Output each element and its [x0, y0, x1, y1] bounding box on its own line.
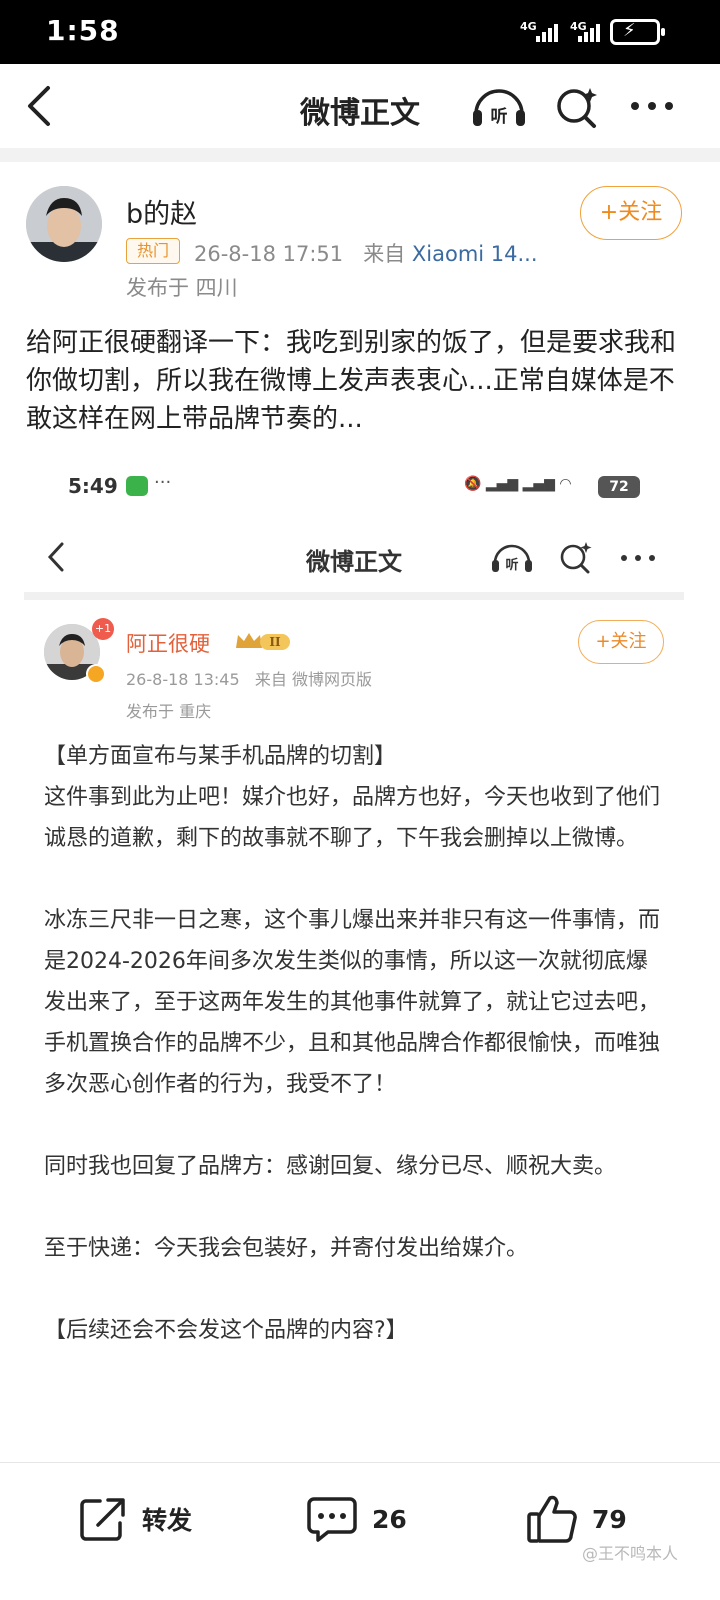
post-location: 发布于 四川 [126, 276, 238, 300]
svg-text:听: 听 [505, 557, 518, 573]
embedded-battery: 72 [598, 476, 640, 498]
notification-dots-icon: ··· [154, 472, 172, 493]
post-datetime: 26-8-18 17:51 [194, 242, 344, 266]
watermark: @王不鸣本人 [582, 1544, 679, 1563]
post-device-link[interactable]: Xiaomi 14... [412, 242, 538, 266]
embedded-paragraph: 同时我也回复了品牌方：感谢回复、缘分已尽、顺祝大卖。 [44, 1154, 617, 1179]
svg-text:听: 听 [491, 106, 508, 127]
post-meta: 26-8-18 17:51 来自 Xiaomi 14... [194, 238, 538, 268]
username[interactable]: b的赵 [126, 192, 197, 231]
comment-button[interactable]: 26 [306, 1493, 407, 1545]
embedded-paragraph: 【单方面宣布与某手机品牌的切割】 这件事到此为止吧！媒介也好，品牌方也好，今天也… [44, 744, 661, 851]
search-icon[interactable] [554, 84, 600, 130]
status-bar: 1:58 4G 4G ⚡ [0, 0, 720, 64]
embedded-source: 来自 微博网页版 [254, 670, 372, 689]
embedded-divider [24, 592, 684, 600]
page-title: 微博正文 [300, 96, 420, 131]
level-badge-text: II [269, 635, 281, 649]
action-toolbar: 转发 26 79 [0, 1462, 720, 1600]
wechat-icon [126, 476, 148, 496]
embedded-search-icon [560, 542, 592, 574]
follow-button[interactable]: +关注 [580, 186, 682, 240]
embedded-more-icon [621, 555, 655, 561]
nav-bar: 微博正文 听 [0, 64, 720, 148]
embedded-screenshot[interactable]: 5:49 ··· 🔕 ▂▄▆ ▂▄▆ ◠ 72 微博正文 听 +1 阿正很硬 I… [24, 460, 684, 1460]
embedded-paragraph: 【后续还会不会发这个品牌的内容?】 [44, 1318, 408, 1343]
like-button[interactable]: 79 [526, 1493, 627, 1545]
repost-label: 转发 [142, 1506, 193, 1535]
embedded-paragraph: 冰冻三尺非一日之寒，这个事儿爆出来并非只有这一件事情，而是2024-2026年间… [44, 908, 661, 1097]
comment-count: 26 [372, 1504, 407, 1534]
status-time: 1:58 [46, 14, 120, 47]
repost-icon [80, 1498, 125, 1541]
embedded-paragraph: 至于快递：今天我会包装好，并寄付发出给媒介。 [44, 1236, 529, 1261]
verified-icon [86, 664, 106, 684]
embedded-listen-icon: 听 [492, 544, 532, 573]
section-divider [0, 148, 720, 162]
hot-badge: 热门 [126, 238, 180, 264]
embedded-status-time: 5:49 [68, 474, 118, 498]
listen-headphones-icon[interactable]: 听 [470, 84, 528, 130]
vip-badge: +1 [92, 618, 114, 640]
like-count: 79 [592, 1504, 627, 1534]
signal-icon-2 [578, 22, 602, 42]
post-text: 给阿正很硬翻译一下：我吃到别家的饭了，但是要求我和你做切割，所以我在微博上发声表… [26, 328, 677, 434]
embedded-follow-button: +关注 [578, 620, 664, 664]
embedded-author-name: 阿正很硬 [126, 632, 210, 656]
level-crown-icon: II [236, 633, 290, 650]
battery-charging-icon: ⚡ [610, 19, 665, 45]
signal-icon-1 [536, 22, 560, 42]
embedded-post-body: 【单方面宣布与某手机品牌的切割】 这件事到此为止吧！媒介也好，品牌方也好，今天也… [44, 736, 664, 1351]
post-source-prefix: 来自 [363, 242, 406, 266]
more-icon[interactable] [628, 98, 676, 114]
embedded-meta: 26-8-18 13:45 来自 微博网页版 [126, 666, 372, 690]
embedded-location: 发布于 重庆 [126, 702, 212, 721]
embedded-datetime: 26-8-18 13:45 [126, 670, 240, 689]
embedded-status-icons: 🔕 ▂▄▆ ▂▄▆ ◠ [464, 476, 572, 492]
repost-button[interactable]: 转发 [78, 1493, 192, 1545]
thumbs-up-icon [527, 1495, 577, 1543]
network-label-1: 4G [520, 20, 537, 33]
comment-icon [307, 1497, 357, 1542]
avatar[interactable] [26, 186, 102, 262]
